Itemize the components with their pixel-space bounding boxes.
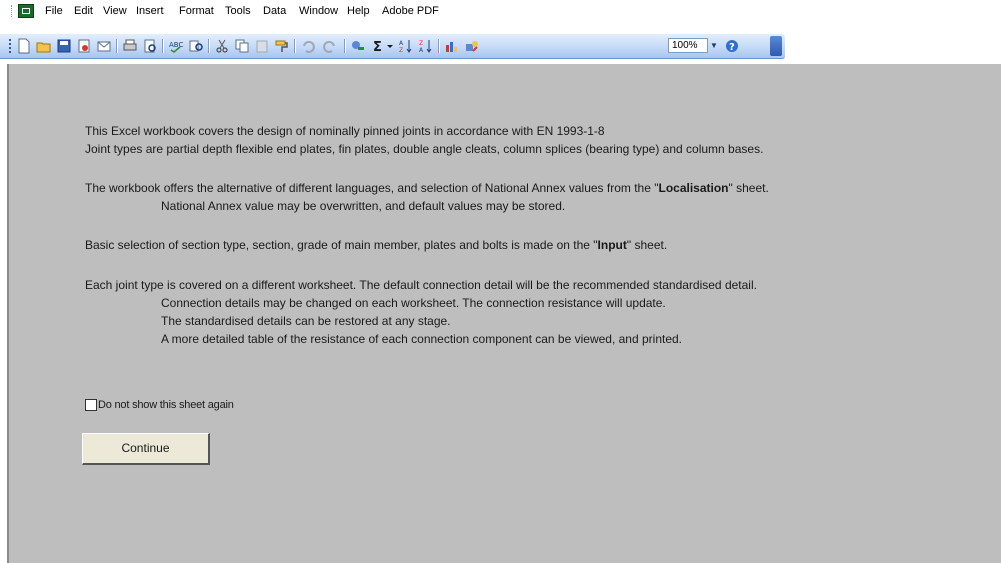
dont-show-again-label[interactable]: Do not show this sheet again — [98, 399, 234, 411]
continue-button[interactable]: Continue — [82, 433, 210, 465]
intro-line-3: The workbook offers the alternative of d… — [85, 181, 769, 196]
format-painter-icon[interactable] — [274, 38, 290, 54]
dont-show-again-checkbox[interactable] — [85, 399, 97, 412]
menu-data[interactable]: Data — [263, 5, 286, 17]
intro-line-9: A more detailed table of the resistance … — [161, 332, 683, 346]
svg-text:Z: Z — [399, 47, 403, 54]
email-icon[interactable] — [96, 38, 112, 54]
print-icon[interactable] — [122, 38, 138, 54]
menu-format[interactable]: Format — [179, 5, 214, 17]
intro-line-1: This Excel workbook covers the design of… — [85, 124, 605, 138]
menu-insert[interactable]: Insert — [136, 5, 164, 17]
intro-line-6: Each joint type is covered on a differen… — [85, 278, 757, 292]
permission-icon[interactable] — [76, 38, 92, 54]
standard-toolbar: ABC Σ AZ ZA 100% ▼ ? — [0, 34, 785, 59]
intro-line-8: The standardised details can be restored… — [161, 314, 451, 328]
menu-adobe-pdf[interactable]: Adobe PDF — [382, 5, 439, 17]
intro-line-3-pre: The workbook offers the alternative of d… — [85, 181, 659, 195]
autosum-dropdown-icon[interactable] — [386, 38, 394, 54]
undo-icon[interactable] — [300, 38, 316, 54]
hyperlink-icon[interactable] — [350, 38, 366, 54]
spelling-icon[interactable]: ABC — [168, 38, 184, 54]
toolbar-separator — [344, 39, 346, 53]
input-sheet-name: Input — [597, 238, 627, 252]
toolbar-separator — [294, 39, 296, 53]
intro-line-5-post: " sheet. — [626, 238, 668, 252]
intro-sheet: This Excel workbook covers the design of… — [7, 64, 1001, 563]
research-icon[interactable] — [188, 38, 204, 54]
open-icon[interactable] — [36, 38, 52, 54]
menu-window[interactable]: Window — [299, 5, 338, 17]
zoom-dropdown[interactable]: 100% — [668, 38, 708, 53]
help-icon[interactable]: ? — [724, 38, 740, 54]
autosum-icon[interactable]: Σ — [370, 38, 386, 54]
save-icon[interactable] — [56, 38, 72, 54]
intro-line-4: National Annex value may be overwritten,… — [161, 199, 566, 213]
intro-line-5: Basic selection of section type, section… — [85, 238, 667, 253]
chart-wizard-icon[interactable] — [444, 38, 460, 54]
svg-text:Z: Z — [419, 40, 423, 47]
localisation-sheet-name: Localisation — [658, 181, 729, 195]
copy-icon[interactable] — [234, 38, 250, 54]
sort-descending-icon[interactable]: ZA — [418, 38, 434, 54]
toolbar-options-icon[interactable] — [770, 36, 782, 56]
svg-text:A: A — [419, 47, 424, 54]
new-icon[interactable] — [16, 38, 32, 54]
intro-line-5-pre: Basic selection of section type, section… — [85, 238, 598, 252]
excel-app-icon[interactable] — [18, 4, 34, 18]
svg-text:?: ? — [729, 42, 735, 53]
svg-text:A: A — [399, 40, 404, 47]
intro-line-7: Connection details may be changed on eac… — [161, 296, 666, 310]
intro-line-3-post: " sheet. — [728, 181, 769, 195]
drawing-icon[interactable] — [464, 38, 480, 54]
menu-view[interactable]: View — [103, 5, 127, 17]
toolbar-separator — [208, 39, 210, 53]
chevron-down-icon[interactable]: ▼ — [708, 38, 720, 53]
paste-icon[interactable] — [254, 38, 270, 54]
menu-bar: File Edit View Insert Format Tools Data … — [0, 0, 1001, 22]
menu-help[interactable]: Help — [347, 5, 370, 17]
print-preview-icon[interactable] — [142, 38, 158, 54]
cut-icon[interactable] — [214, 38, 230, 54]
toolbar-separator — [162, 39, 164, 53]
dont-show-again-row[interactable]: Do not show this sheet again — [85, 399, 234, 412]
redo-icon[interactable] — [322, 38, 338, 54]
menu-grip[interactable] — [11, 5, 14, 17]
menu-file[interactable]: File — [45, 5, 63, 17]
menu-tools[interactable]: Tools — [225, 5, 251, 17]
intro-line-2: Joint types are partial depth flexible e… — [85, 142, 764, 156]
svg-text:ABC: ABC — [169, 41, 183, 49]
toolbar-separator — [438, 39, 440, 53]
sort-ascending-icon[interactable]: AZ — [398, 38, 414, 54]
toolbar-grip[interactable] — [9, 39, 13, 53]
menu-edit[interactable]: Edit — [74, 5, 93, 17]
toolbar-separator — [116, 39, 118, 53]
svg-text:Σ: Σ — [373, 40, 382, 54]
